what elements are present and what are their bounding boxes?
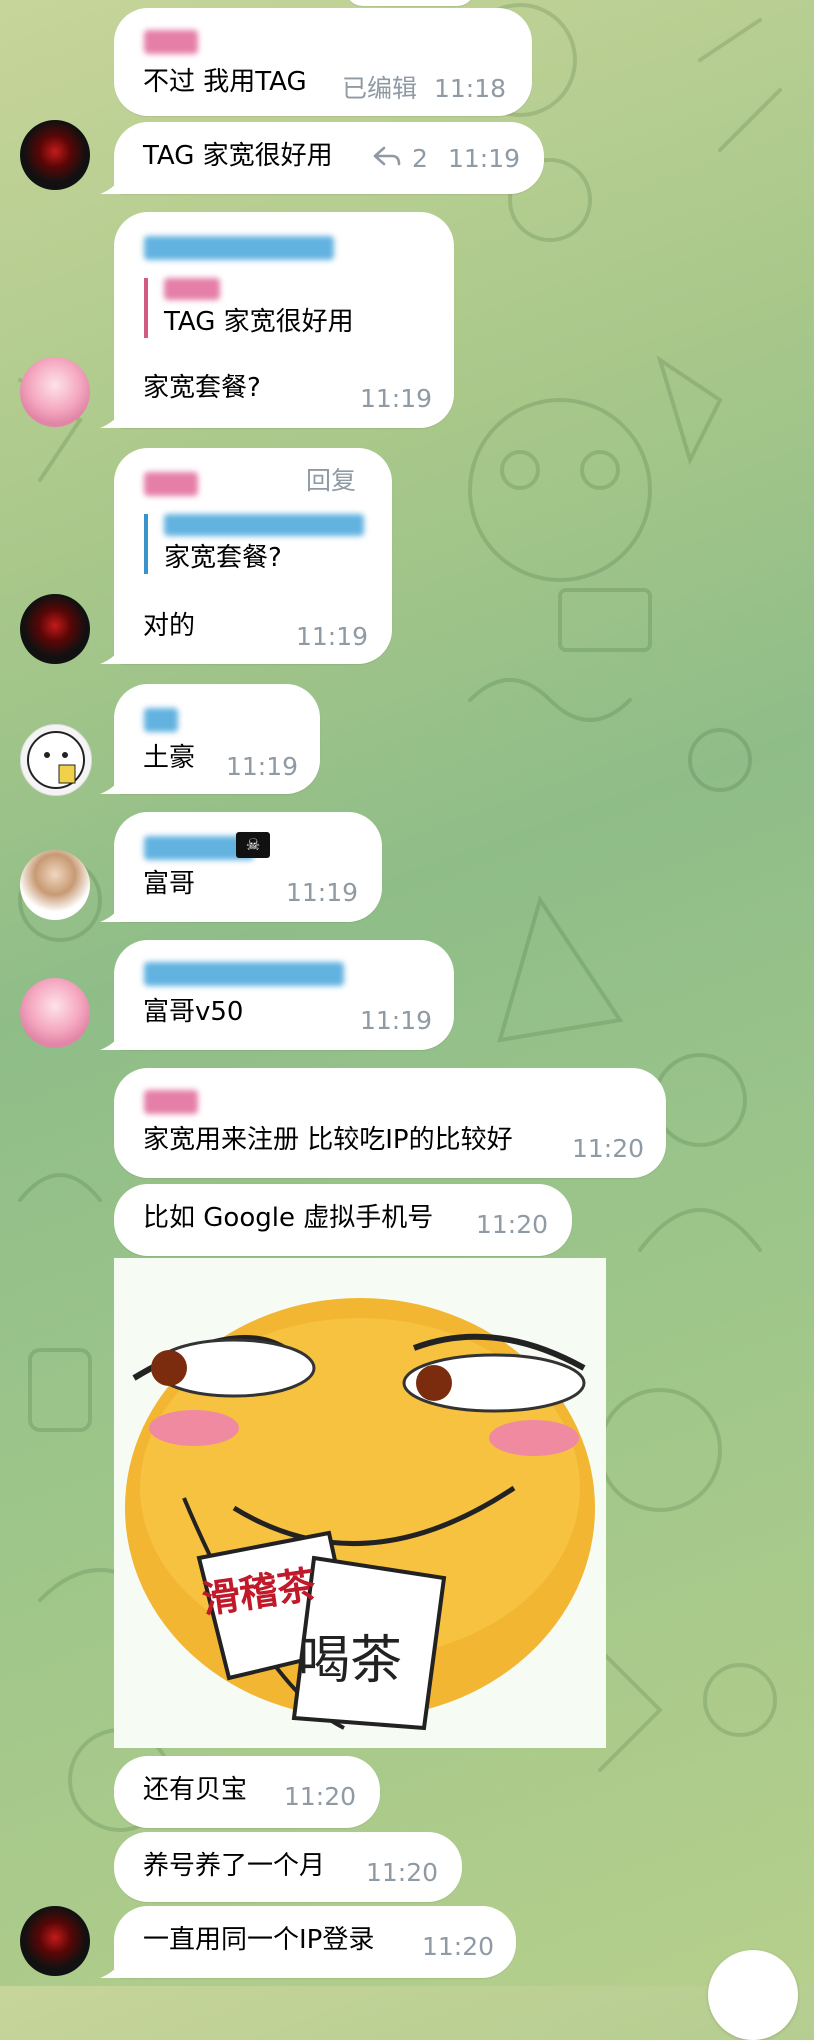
reply-arrow-icon[interactable]: [372, 146, 402, 172]
message-time: 11:20: [572, 1134, 645, 1163]
message-time: 11:20: [366, 1858, 439, 1887]
avatar[interactable]: [20, 1906, 90, 1976]
avatar[interactable]: [20, 850, 90, 920]
quote-sender: [164, 278, 220, 300]
partial-message-bubble[interactable]: [345, 0, 475, 6]
pirate-flag-icon: ☠: [236, 832, 270, 858]
message-time: 11:19: [448, 144, 521, 173]
message-time: 11:20: [284, 1782, 357, 1811]
avatar[interactable]: [20, 724, 92, 796]
message-text: 养号养了一个月: [143, 1851, 326, 1881]
smiley-drinking-tea-icon: 滑稽茶 喝茶: [114, 1258, 606, 1748]
sender-name[interactable]: [144, 236, 334, 260]
message-bubble[interactable]: 富哥v50 11:19: [114, 940, 454, 1050]
message-bubble[interactable]: ☠ 富哥 11:19: [114, 812, 382, 922]
message-time: 11:19: [360, 384, 433, 413]
message-text: 土豪: [143, 743, 196, 773]
message-time: 11:20: [422, 1932, 495, 1961]
message-bubble[interactable]: TAG 家宽很好用 2 11:19: [114, 122, 544, 194]
reply-quote[interactable]: 家宽套餐?: [144, 514, 364, 574]
message-text: 一直用同一个IP登录: [143, 1925, 375, 1955]
message-time: 11:19: [296, 622, 369, 651]
message-time: 11:19: [226, 752, 299, 781]
message-time: 11:19: [360, 1006, 433, 1035]
message-text: 不过 我用TAG: [143, 67, 307, 97]
message-bubble[interactable]: 还有贝宝 11:20: [114, 1756, 380, 1828]
avatar[interactable]: [20, 978, 90, 1048]
message-text: 家宽用来注册 比较吃IP的比较好: [143, 1125, 513, 1155]
sticker-image[interactable]: 滑稽茶 喝茶: [114, 1258, 606, 1748]
message-text: 比如 Google 虚拟手机号: [143, 1203, 434, 1233]
avatar[interactable]: [20, 120, 90, 190]
message-text: 富哥v50: [143, 997, 244, 1027]
message-time: 11:18: [434, 74, 507, 103]
avatar[interactable]: [20, 357, 90, 427]
sticker-face-icon: [27, 731, 85, 789]
message-bubble[interactable]: 回复 家宽套餐? 对的 11:19: [114, 448, 392, 664]
sticker-caption: 喝茶: [298, 1631, 402, 1691]
sender-name[interactable]: [144, 472, 198, 496]
sender-name[interactable]: [144, 1090, 198, 1114]
message-bubble[interactable]: TAG 家宽很好用 家宽套餐? 11:19: [114, 212, 454, 428]
message-bubble[interactable]: 一直用同一个IP登录 11:20: [114, 1906, 516, 1978]
message-bubble[interactable]: 养号养了一个月 11:20: [114, 1832, 462, 1902]
message-bubble[interactable]: 家宽用来注册 比较吃IP的比较好 11:20: [114, 1068, 666, 1178]
sender-name[interactable]: [144, 962, 344, 986]
reply-count[interactable]: 2: [412, 144, 428, 174]
sender-name[interactable]: [144, 30, 198, 54]
quote-sender: [164, 514, 364, 536]
chat-message-list[interactable]: 不过 我用TAG 已编辑 11:18 TAG 家宽很好用 2 11:19 TAG…: [0, 0, 814, 2040]
message-text: TAG 家宽很好用: [143, 141, 333, 171]
scroll-to-bottom-button[interactable]: [708, 1950, 798, 2040]
message-text: 对的: [143, 611, 196, 641]
edited-label: 已编辑: [342, 74, 418, 103]
quote-text: TAG 家宽很好用: [164, 307, 354, 337]
sender-name[interactable]: [144, 708, 178, 732]
reply-label[interactable]: 回复: [306, 466, 356, 496]
message-time: 11:19: [286, 878, 359, 907]
message-time: 11:20: [476, 1210, 549, 1239]
message-bubble[interactable]: 比如 Google 虚拟手机号 11:20: [114, 1184, 572, 1256]
message-text: 家宽套餐?: [143, 373, 261, 403]
message-bubble[interactable]: 不过 我用TAG 已编辑 11:18: [114, 8, 532, 116]
quote-text: 家宽套餐?: [164, 543, 282, 573]
message-text: 还有贝宝: [143, 1775, 248, 1805]
avatar[interactable]: [20, 594, 90, 664]
message-bubble[interactable]: 土豪 11:19: [114, 684, 320, 794]
reply-quote[interactable]: TAG 家宽很好用: [144, 278, 354, 338]
message-text: 富哥: [143, 869, 196, 899]
